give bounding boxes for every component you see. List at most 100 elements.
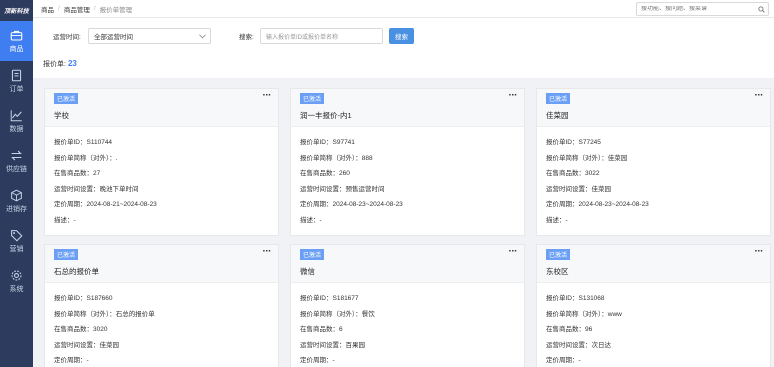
- line-chart-icon: [10, 109, 22, 121]
- card-row: 运营时间设置：佳菜园: [54, 341, 119, 349]
- global-search-input[interactable]: [641, 6, 756, 12]
- card-row: 定价周期：2024-08-21~2024-08-23: [54, 201, 157, 208]
- sidebar-item-label: 商品: [9, 45, 24, 53]
- quote-search-input[interactable]: 输入报价单ID或报价单名称: [260, 28, 383, 44]
- logo: 顶新科技: [4, 9, 29, 15]
- chevron-down-icon: [199, 34, 206, 39]
- sidebar-item-label: 供应链: [6, 165, 27, 173]
- breadcrumb-item-products[interactable]: 商品: [41, 4, 54, 14]
- card-body: 报价单ID：S97741 报价单简称（对外）：888 在售商品数：260 运营时…: [291, 127, 524, 228]
- box-icon: [11, 189, 22, 201]
- card-row: 报价单ID：S77245: [546, 139, 601, 146]
- card-row: 在售商品数：260: [300, 170, 350, 177]
- card-title: 佳菜园: [546, 111, 569, 120]
- tag-icon: [11, 229, 23, 242]
- sidebar-item-orders[interactable]: 订单: [0, 61, 33, 101]
- card-row: 描述：-: [546, 216, 568, 224]
- more-options-button[interactable]: ···: [263, 246, 272, 257]
- quote-count-label: 报价单:: [43, 61, 66, 68]
- card-row: 在售商品数：3020: [54, 326, 108, 333]
- period-filter-label: 运营时间:: [53, 34, 81, 41]
- status-badge: 已激活: [546, 93, 571, 104]
- search-button[interactable]: 搜索: [389, 28, 414, 44]
- breadcrumb-separator: /: [93, 5, 96, 12]
- status-badge: 已激活: [300, 93, 325, 104]
- briefcase-icon: [10, 30, 23, 40]
- more-options-button[interactable]: ···: [509, 90, 518, 101]
- sidebar-item-inventory[interactable]: 进销存: [0, 181, 33, 221]
- card-row: 运营时间设置：百果园: [300, 341, 365, 349]
- sidebar-item-products[interactable]: 商品: [0, 21, 33, 61]
- card-row: 报价单ID：S181677: [300, 295, 359, 302]
- quote-card[interactable]: 已激活 ··· 东校区 报价单ID：S131068 报价单简称（对外）：www …: [536, 244, 771, 367]
- card-header: 已激活 ··· 佳菜园: [537, 89, 770, 127]
- gear-icon: [11, 270, 22, 280]
- card-title: 微信: [300, 267, 315, 276]
- breadcrumb-item-product-management[interactable]: 商品管理: [64, 4, 90, 14]
- card-title: 东校区: [546, 267, 569, 276]
- card-row: 定价周期：-: [300, 357, 335, 364]
- card-row: 报价单简称（对外）：佳菜园: [546, 154, 628, 162]
- card-header: 已激活 ··· 石总的报价单: [45, 245, 278, 283]
- card-body: 报价单ID：S110744 报价单简称（对外）：. 在售商品数：27 运营时间设…: [45, 127, 278, 228]
- breadcrumb-item-current: 报价单管理: [99, 6, 133, 14]
- card-row: 运营时间设置：预售运营时间: [300, 185, 385, 193]
- sidebar-item-supply-chain[interactable]: 供应链: [0, 141, 33, 181]
- card-row: 定价周期：2024-08-23~2024-08-23: [546, 201, 649, 208]
- more-options-button[interactable]: ···: [755, 246, 764, 257]
- more-options-button[interactable]: ···: [263, 90, 272, 101]
- quote-count-value: 23: [67, 59, 77, 68]
- document-icon: [11, 69, 22, 81]
- card-row: 描述：-: [54, 216, 76, 224]
- card-row: 在售商品数：3022: [546, 170, 600, 177]
- card-row: 定价周期：-: [54, 357, 89, 364]
- status-badge: 已激活: [546, 249, 571, 260]
- card-row: 定价周期：2024-08-23~2024-08-23: [300, 201, 403, 208]
- more-options-button[interactable]: ···: [755, 90, 764, 101]
- card-row: 报价单ID：S131068: [546, 295, 605, 302]
- card-title: 学校: [54, 111, 69, 120]
- card-row: 定价周期：-: [546, 357, 581, 364]
- period-select-value: 全部运营时间: [94, 34, 133, 41]
- search-filter-label: 搜索:: [239, 34, 254, 41]
- swap-icon: [11, 150, 22, 160]
- card-row: 描述：-: [300, 216, 322, 224]
- sidebar-item-system[interactable]: 系统: [0, 261, 33, 301]
- status-badge: 已激活: [54, 249, 79, 260]
- sidebar-item-label: 进销存: [6, 205, 27, 213]
- sidebar-item-label: 订单: [9, 85, 24, 93]
- global-search-box[interactable]: [636, 2, 769, 16]
- card-row: 运营时间设置：晚池下单时间: [54, 185, 139, 193]
- quote-card[interactable]: 已激活 ··· 学校 报价单ID：S110744 报价单简称（对外）：. 在售商…: [44, 88, 279, 236]
- quote-card[interactable]: 已激活 ··· 微信 报价单ID：S181677 报价单简称（对外）：餐饮 在售…: [290, 244, 525, 367]
- sidebar-item-label: 数据: [9, 125, 24, 133]
- sidebar-item-label: 营销: [9, 245, 24, 253]
- more-options-button[interactable]: ···: [509, 246, 518, 257]
- card-header: 已激活 ··· 学校: [45, 89, 278, 127]
- search-icon[interactable]: [758, 6, 765, 13]
- card-row: 报价单简称（对外）：.: [54, 154, 118, 162]
- quote-card[interactable]: 已激活 ··· 佳菜园 报价单ID：S77245 报价单简称（对外）：佳菜园 在…: [536, 88, 771, 236]
- sidebar-item-data[interactable]: 数据: [0, 101, 33, 141]
- period-select[interactable]: 全部运营时间: [88, 28, 211, 44]
- card-body: 报价单ID：S187660 报价单简称（对外）：石总的报价单 在售商品数：302…: [45, 283, 278, 367]
- filter-bar: 运营时间: 全部运营时间 搜索: 输入报价单ID或报价单名称 搜索 报价单: 23: [33, 18, 774, 78]
- quote-card[interactable]: 已激活 ··· 石总的报价单 报价单ID：S187660 报价单简称（对外）：石…: [44, 244, 279, 367]
- quote-count: 报价单: 23: [43, 59, 77, 69]
- card-row: 在售商品数：6: [300, 326, 343, 333]
- card-body: 报价单ID：S181677 报价单简称（对外）：餐饮 在售商品数：6 运营时间设…: [291, 283, 524, 367]
- sidebar-item-marketing[interactable]: 营销: [0, 221, 33, 261]
- card-body: 报价单ID：S131068 报价单简称（对外）：www 在售商品数：96 运营时…: [537, 283, 770, 367]
- card-header: 已激活 ··· 微信: [291, 245, 524, 283]
- sidebar: 顶新科技 商品 订单 数据 供应链 进销存 营销 系统: [0, 0, 33, 367]
- card-row: 报价单简称（对外）：餐饮: [300, 310, 375, 318]
- card-row: 报价单简称（对外）：888: [300, 154, 373, 162]
- quote-card[interactable]: 已激活 ··· 润一丰报价-内1 报价单ID：S97741 报价单简称（对外）：…: [290, 88, 525, 236]
- card-row: 报价单ID：S97741: [300, 139, 355, 146]
- status-badge: 已激活: [54, 93, 79, 104]
- card-title: 石总的报价单: [54, 267, 99, 276]
- card-row: 运营时间设置：次日达: [546, 341, 611, 349]
- card-row: 报价单简称（对外）：石总的报价单: [54, 310, 155, 318]
- card-header: 已激活 ··· 东校区: [537, 245, 770, 283]
- card-row: 报价单ID：S187660: [54, 295, 113, 302]
